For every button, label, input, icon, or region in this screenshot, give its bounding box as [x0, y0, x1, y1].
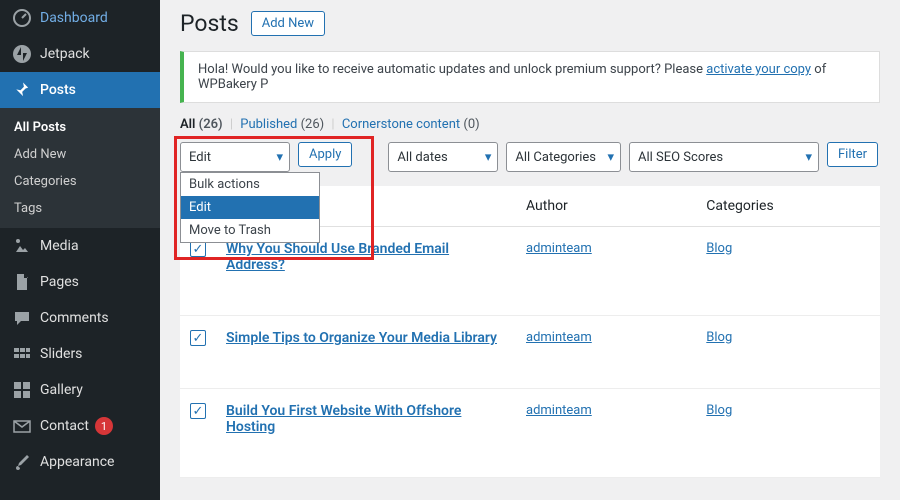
bulk-action-value: Edit [189, 150, 211, 165]
sidebar-item-comments[interactable]: Comments [0, 300, 160, 336]
submenu-tags[interactable]: Tags [0, 195, 160, 222]
comment-icon [12, 308, 32, 328]
apply-button[interactable]: Apply [298, 142, 352, 167]
chevron-down-icon: ▾ [276, 150, 283, 165]
page-title: Posts [180, 10, 239, 37]
table-row: ✓ Simple Tips to Organize Your Media Lib… [180, 316, 880, 389]
sidebar-item-jetpack[interactable]: Jetpack [0, 36, 160, 72]
activate-link[interactable]: activate your copy [706, 62, 811, 77]
submenu-categories[interactable]: Categories [0, 168, 160, 195]
bulk-opt-trash[interactable]: Move to Trash [181, 219, 319, 242]
bulk-action-wrap: Edit ▾ Bulk actions Edit Move to Trash [180, 142, 290, 172]
sidebar-item-gallery[interactable]: Gallery [0, 372, 160, 408]
sidebar-label: Dashboard [40, 10, 108, 26]
col-author[interactable]: Author [516, 186, 696, 227]
filter-toolbar: Edit ▾ Bulk actions Edit Move to Trash A… [180, 142, 880, 172]
date-filter-select[interactable]: All dates ▾ [388, 142, 498, 172]
sliders-icon [12, 344, 32, 364]
sidebar-label: Contact [40, 418, 89, 434]
row-checkbox[interactable]: ✓ [190, 330, 206, 346]
sidebar-item-dashboard[interactable]: Dashboard [0, 0, 160, 36]
filter-all[interactable]: All (26) [180, 117, 223, 132]
author-link[interactable]: adminteam [526, 241, 592, 256]
post-title-link[interactable]: Why You Should Use Branded Email Address… [226, 241, 449, 273]
sidebar-label: Gallery [40, 382, 83, 398]
notification-badge: 1 [95, 417, 113, 435]
bulk-action-select[interactable]: Edit ▾ [180, 142, 290, 172]
filter-button[interactable]: Filter [827, 142, 878, 167]
sidebar-label: Jetpack [40, 46, 90, 62]
seo-filter-select[interactable]: All SEO Scores ▾ [629, 142, 819, 172]
sidebar-item-sliders[interactable]: Sliders [0, 336, 160, 372]
sidebar-item-posts[interactable]: Posts [0, 72, 160, 108]
category-link[interactable]: Blog [706, 403, 732, 418]
post-status-filters: All (26) | Published (26) | Cornerstone … [180, 117, 880, 132]
row-checkbox[interactable]: ✓ [190, 403, 206, 419]
gallery-icon [12, 380, 32, 400]
media-icon [12, 236, 32, 256]
dashboard-icon [12, 8, 32, 28]
page-icon [12, 272, 32, 292]
notice-text: Hola! Would you like to receive automati… [198, 62, 706, 77]
category-link[interactable]: Blog [706, 330, 732, 345]
activation-notice: Hola! Would you like to receive automati… [180, 51, 880, 103]
author-link[interactable]: adminteam [526, 330, 592, 345]
post-title-link[interactable]: Build You First Website With Offshore Ho… [226, 403, 461, 435]
filter-published[interactable]: Published (26) [240, 117, 324, 132]
sidebar-item-pages[interactable]: Pages [0, 264, 160, 300]
sidebar-item-contact[interactable]: Contact 1 [0, 408, 160, 444]
sidebar-label: Media [40, 238, 79, 254]
add-new-button[interactable]: Add New [251, 11, 325, 36]
table-row: ✓ Build You First Website With Offshore … [180, 389, 880, 478]
category-filter-select[interactable]: All Categories ▾ [506, 142, 621, 172]
sidebar-item-media[interactable]: Media [0, 228, 160, 264]
bulk-action-dropdown: Bulk actions Edit Move to Trash [180, 172, 320, 243]
row-checkbox[interactable]: ✓ [190, 241, 206, 257]
submenu-add-new[interactable]: Add New [0, 141, 160, 168]
jetpack-icon [12, 44, 32, 64]
author-link[interactable]: adminteam [526, 403, 592, 418]
sidebar-item-appearance[interactable]: Appearance [0, 444, 160, 480]
filter-cornerstone[interactable]: Cornerstone content (0) [342, 117, 480, 132]
date-filter-value: All dates [397, 150, 447, 165]
submenu-all-posts[interactable]: All Posts [0, 114, 160, 141]
mail-icon [12, 416, 32, 436]
bulk-opt-edit[interactable]: Edit [181, 196, 319, 219]
sidebar-label: Sliders [40, 346, 82, 362]
sidebar-label: Comments [40, 310, 109, 326]
seo-filter-value: All SEO Scores [638, 150, 723, 165]
col-categories[interactable]: Categories [696, 186, 880, 227]
chevron-down-icon: ▾ [805, 150, 812, 165]
category-link[interactable]: Blog [706, 241, 732, 256]
bulk-opt-bulk-actions[interactable]: Bulk actions [181, 173, 319, 196]
sidebar-label: Appearance [40, 454, 114, 470]
posts-submenu: All Posts Add New Categories Tags [0, 108, 160, 228]
brush-icon [12, 452, 32, 472]
pin-icon [12, 80, 32, 100]
chevron-down-icon: ▾ [607, 150, 614, 165]
main-content: Posts Add New Hola! Would you like to re… [160, 0, 900, 500]
chevron-down-icon: ▾ [485, 150, 492, 165]
sidebar-label: Pages [40, 274, 79, 290]
admin-sidebar: Dashboard Jetpack Posts All Posts Add Ne… [0, 0, 160, 500]
sidebar-label: Posts [40, 82, 76, 98]
post-title-link[interactable]: Simple Tips to Organize Your Media Libra… [226, 330, 497, 346]
category-filter-value: All Categories [515, 150, 596, 165]
